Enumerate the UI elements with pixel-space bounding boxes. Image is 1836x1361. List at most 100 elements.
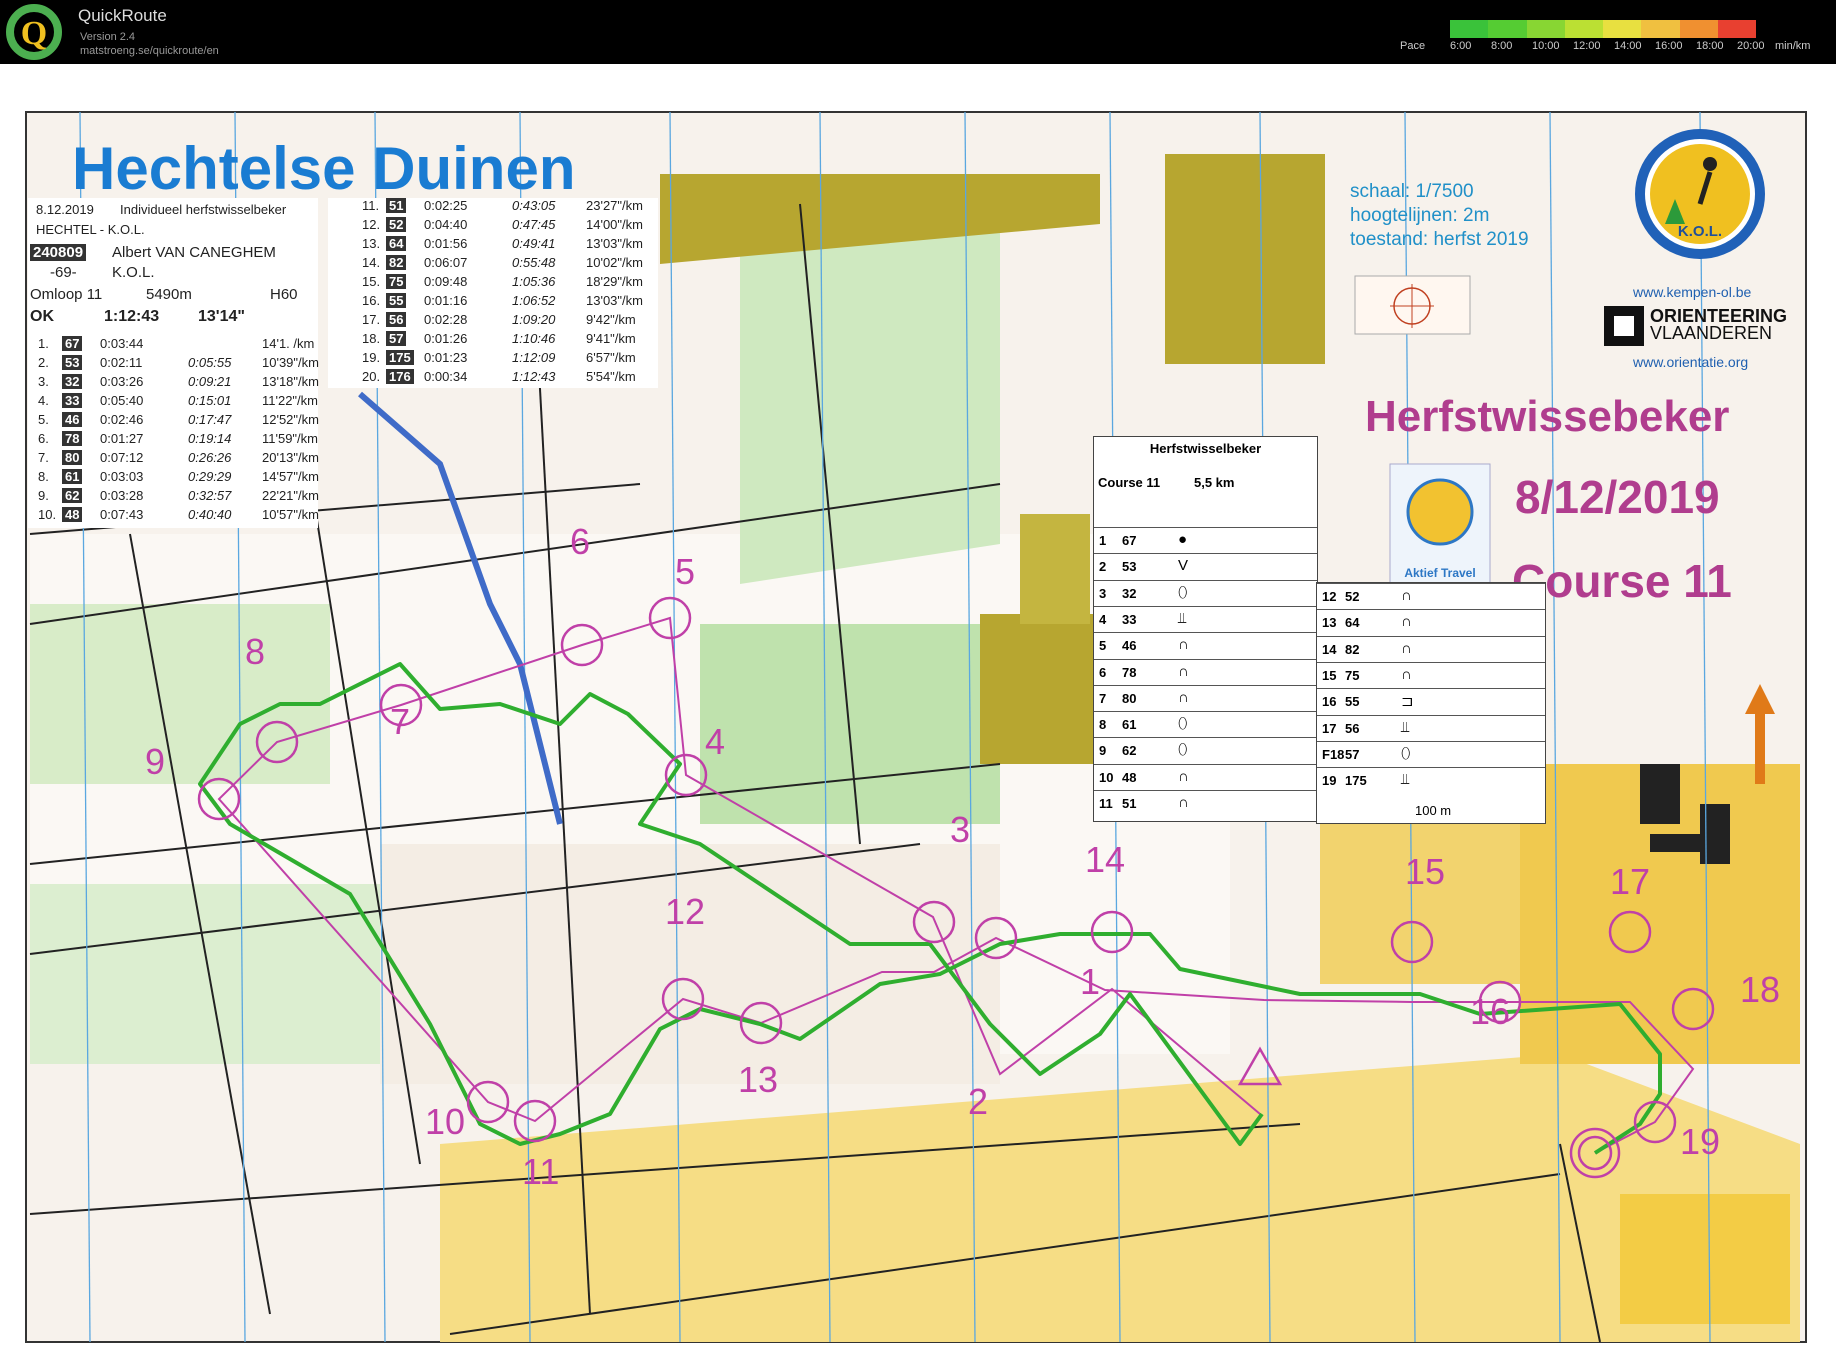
cd-sym: ⫫ <box>1401 771 1410 789</box>
split-total: 1:12:43 <box>512 369 556 384</box>
split-total: 0:05:55 <box>188 355 232 370</box>
split-code: 61 <box>62 469 83 484</box>
control-description-card-continued: 12 52 ∩ 13 64 ∩ 14 82 ∩ 15 75 ∩ 16 55 ⊐ 17 56 ⫫ F18 57 ⬯ 19 17… <box>1316 582 1546 824</box>
split-n: 11. <box>362 198 380 213</box>
cd-sym: ⫫ <box>1178 609 1187 627</box>
cd-row: 11 51 ∩ <box>1094 790 1317 817</box>
cd-n: F18 <box>1322 746 1345 762</box>
pace-tick-label: 10:00 <box>1532 40 1560 52</box>
cd-n: 2 <box>1099 559 1107 575</box>
cd-code: 75 <box>1345 667 1360 683</box>
split-pace: 23'27"/km <box>586 198 643 213</box>
control-number-label: 13 <box>738 1059 778 1100</box>
split-leg: 0:03:28 <box>100 488 144 503</box>
cd-code: 175 <box>1345 773 1367 789</box>
cd-code: 67 <box>1122 533 1137 548</box>
split-total: 1:10:46 <box>512 331 556 346</box>
app-url-link[interactable]: matstroeng.se/quickroute/en <box>80 45 219 57</box>
split-total: 0:55:48 <box>512 255 556 270</box>
cd-row: 17 56 ⫫ <box>1317 714 1545 742</box>
split-pace: 18'29"/km <box>586 274 643 289</box>
control-number-label: 3 <box>950 809 970 850</box>
pace-scale-segment <box>1679 20 1718 38</box>
building <box>1640 764 1680 824</box>
pace-legend-label: Pace <box>1400 40 1426 52</box>
cd-sym: ⊐ <box>1401 693 1414 711</box>
event-name: Herfstwissebeker <box>1365 392 1730 441</box>
pace-tick-label: 12:00 <box>1573 40 1601 52</box>
split-pace: 22'21"/km <box>262 488 319 503</box>
split-total: 1:12:09 <box>512 350 556 365</box>
split-total: 0:15:01 <box>188 393 232 408</box>
split-code: 75 <box>386 274 407 289</box>
split-leg: 0:04:40 <box>424 217 468 232</box>
split-n: 12. <box>362 217 381 232</box>
cd-n: 9 <box>1099 743 1107 759</box>
split-code: 78 <box>62 431 83 446</box>
app-version: Version 2.4 <box>80 31 136 43</box>
pace-tick-label: 8:00 <box>1491 40 1513 52</box>
split-n: 17. <box>362 312 381 327</box>
cd-n: 10 <box>1099 769 1114 785</box>
split-code: 55 <box>386 293 407 308</box>
split-pace: 11'59"/km <box>262 431 318 446</box>
pace-scale-segment <box>1717 20 1756 38</box>
control-number-label: 9 <box>145 741 165 782</box>
cd-code: 48 <box>1122 769 1137 785</box>
split-pace: 5'54"/km <box>586 369 636 384</box>
split-code: 67 <box>62 336 83 351</box>
control-number-label: 16 <box>1470 991 1510 1032</box>
cd-n: 3 <box>1099 585 1107 601</box>
split-leg: 0:01:23 <box>424 350 468 365</box>
cd-row: 14 82 ∩ <box>1317 635 1545 663</box>
pace-scale-segment <box>1641 20 1680 38</box>
control-number-label: 5 <box>675 551 695 592</box>
split-leg: 0:05:40 <box>100 393 144 408</box>
split-pace: 13'18"/km <box>262 374 319 389</box>
cd-n: 6 <box>1099 664 1107 680</box>
pace-scale-segment <box>1488 20 1527 38</box>
runner-code: -69- <box>50 264 77 281</box>
cd-sym: ∩ <box>1178 688 1189 706</box>
cd-n: 5 <box>1099 638 1107 654</box>
control-number-label: 11 <box>522 1151 559 1192</box>
split-n: 18. <box>362 331 381 346</box>
cd-code: 80 <box>1122 690 1137 706</box>
cd-row: 12 52 ∩ <box>1317 583 1545 610</box>
contour-text: hoogtelijnen: 2m <box>1350 205 1490 226</box>
split-leg: 0:01:26 <box>424 331 468 346</box>
split-code: 32 <box>62 374 83 389</box>
cd-row: 9 62 ⬯ <box>1094 737 1317 764</box>
cd-sym: V <box>1178 557 1189 575</box>
split-n: 15. <box>362 274 381 289</box>
cd-n: 11 <box>1099 796 1113 811</box>
split-leg: 0:03:44 <box>100 336 144 351</box>
cd-n: 1 <box>1099 533 1107 548</box>
cd-row: 1 67 ● <box>1094 527 1317 554</box>
cd-n: 7 <box>1099 690 1107 706</box>
cd-code: 51 <box>1122 796 1137 811</box>
ov-line-2: VLAANDEREN <box>1650 323 1773 343</box>
control-number-label: 1 <box>1080 961 1100 1002</box>
cd-n: 16 <box>1322 694 1337 710</box>
cd-code: 62 <box>1122 743 1137 759</box>
split-leg: 0:07:12 <box>100 450 144 465</box>
pace-scale-segment <box>1603 20 1642 38</box>
cd-sym: ⬯ <box>1178 741 1188 759</box>
split-n: 14. <box>362 255 381 270</box>
split-total: 0:47:45 <box>512 217 556 232</box>
cd-row: 3 32 ⬯ <box>1094 579 1317 607</box>
cd-course: Course 11 <box>1098 475 1161 490</box>
split-total: 1:05:36 <box>512 274 556 289</box>
split-leg: 0:02:11 <box>100 355 143 370</box>
control-number-label: 10 <box>425 1101 465 1142</box>
split-pace: 10'57"/km <box>262 507 319 522</box>
control-number-label: 2 <box>968 1081 988 1122</box>
split-n: 10. <box>38 507 57 522</box>
cd-sym: ⫫ <box>1401 718 1410 736</box>
pace-tick-label: 6:00 <box>1450 40 1472 52</box>
split-total: 0:09:21 <box>188 374 232 389</box>
split-pace: 13'03"/km <box>586 236 643 251</box>
split-date: 8.12.2019 <box>36 202 94 217</box>
cd-sym: ⬯ <box>1178 715 1188 733</box>
